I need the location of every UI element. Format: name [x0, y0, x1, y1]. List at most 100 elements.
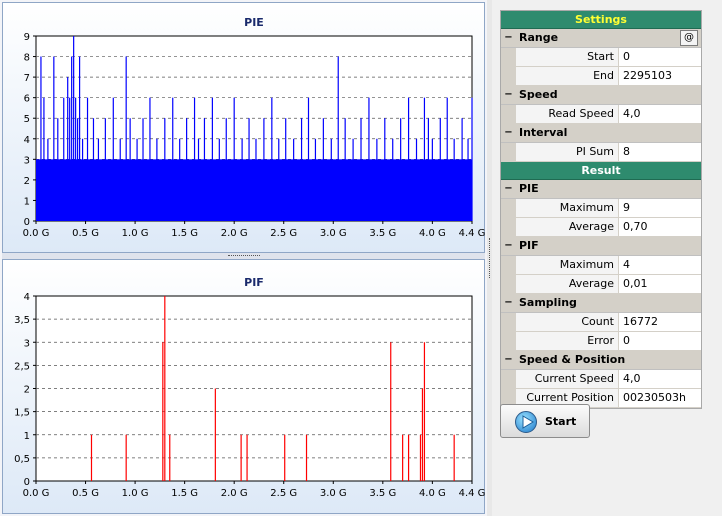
category-sampling[interactable]: − Sampling [501, 294, 701, 313]
property-grid: Settings − Range @ Start 0 End 2295103− Speed Re… [500, 10, 702, 409]
y-tick-label: 0 [24, 217, 30, 228]
row-gutter [501, 370, 516, 388]
row-gutter [501, 48, 516, 66]
property-name: Average [516, 275, 619, 293]
category-label: Interval [519, 126, 568, 139]
property-name: Error [516, 332, 619, 350]
x-tick-label: 3.5 G [369, 488, 396, 499]
property-name: Current Speed [516, 370, 619, 388]
collapse-toggle-icon[interactable]: − [504, 241, 513, 251]
property-value[interactable]: 0,70 [619, 218, 701, 236]
property-row[interactable]: PI Sum 8 [501, 143, 701, 162]
category-pif[interactable]: − PIF [501, 237, 701, 256]
category-label: Sampling [519, 296, 577, 309]
row-gutter [501, 275, 516, 293]
property-name: PI Sum [516, 143, 619, 161]
splitter-grip [228, 255, 260, 258]
x-tick-label: 3.0 G [320, 488, 347, 499]
property-value[interactable]: 00230503h [619, 389, 701, 407]
property-value[interactable]: 2295103 [619, 67, 701, 85]
start-button-label: Start [545, 415, 577, 428]
pie-chart-panel: PIE 0 1 2 3 4 5 6 7 8 9 0.0 G 0.5 G 1.0 G 1.5 G 2.0 G 2.… [2, 2, 485, 253]
collapse-toggle-icon[interactable]: − [504, 184, 513, 194]
row-gutter [501, 105, 516, 123]
x-tick-label: 4.0 G [419, 488, 446, 499]
property-row[interactable]: Maximum 4 [501, 256, 701, 275]
collapse-toggle-icon[interactable]: − [504, 298, 513, 308]
collapse-toggle-icon[interactable]: − [504, 90, 513, 100]
property-value[interactable]: 4 [619, 256, 701, 274]
settings-section: − Range @ Start 0 End 2295103− Speed Read Speed 4… [501, 29, 701, 162]
collapse-toggle-icon[interactable]: − [504, 33, 513, 43]
property-name: Start [516, 48, 619, 66]
chart-title: PIF [244, 276, 264, 289]
property-name: Maximum [516, 199, 619, 217]
chart-title: PIE [244, 16, 264, 29]
property-value[interactable]: 9 [619, 199, 701, 217]
property-name: Average [516, 218, 619, 236]
y-tick-label: 1 [24, 431, 30, 442]
property-value[interactable]: 16772 [619, 313, 701, 331]
category-interval[interactable]: − Interval [501, 124, 701, 143]
property-row[interactable]: Read Speed 4,0 [501, 105, 701, 124]
property-row[interactable]: Count 16772 [501, 313, 701, 332]
row-gutter [501, 256, 516, 274]
pie-chart: PIE 0 1 2 3 4 5 6 7 8 9 0.0 G 0.5 G 1.0 G 1.5 G 2.0 G 2.… [23, 16, 486, 239]
property-name: End [516, 67, 619, 85]
x-tick-label: 0.0 G [23, 228, 50, 239]
at-button[interactable]: @ [680, 30, 698, 46]
splitter-grip [489, 238, 491, 278]
property-name: Count [516, 313, 619, 331]
property-value[interactable]: 0 [619, 48, 701, 66]
result-header: Result [501, 162, 701, 180]
property-value[interactable]: 0,01 [619, 275, 701, 293]
x-tick-label: 2.5 G [270, 488, 297, 499]
collapse-toggle-icon[interactable]: − [504, 128, 513, 138]
y-tick-label: 9 [24, 32, 30, 43]
y-tick-label: 3 [24, 338, 30, 349]
x-tick-label: 1.5 G [171, 228, 198, 239]
pif-chart-panel: PIF 0 0,5 1 1,5 2 2,5 3 3,5 4 0.0 G 0.5 G 1.0 G 1.5 G… [2, 259, 485, 514]
category-speed-position[interactable]: − Speed & Position [501, 351, 701, 370]
property-row[interactable]: Maximum 9 [501, 199, 701, 218]
y-tick-label: 7 [24, 73, 30, 84]
property-value[interactable]: 4,0 [619, 105, 701, 123]
property-row[interactable]: Current Speed 4,0 [501, 370, 701, 389]
category-speed[interactable]: − Speed [501, 86, 701, 105]
category-label: Speed [519, 88, 558, 101]
category-label: PIF [519, 239, 539, 252]
x-tick-label: 3.0 G [320, 228, 347, 239]
property-row[interactable]: End 2295103 [501, 67, 701, 86]
settings-header: Settings [501, 11, 701, 29]
collapse-toggle-icon[interactable]: − [504, 355, 513, 365]
row-gutter [501, 218, 516, 236]
y-tick-label: 3,5 [14, 315, 30, 326]
data-bar-baseline [36, 159, 472, 221]
y-tick-label: 2,5 [14, 361, 30, 372]
row-gutter [501, 199, 516, 217]
category-label: Speed & Position [519, 353, 626, 366]
property-value[interactable]: 8 [619, 143, 701, 161]
property-value[interactable]: 0 [619, 332, 701, 350]
y-tick-label: 1,5 [14, 408, 30, 419]
x-tick-label: 1.0 G [122, 228, 149, 239]
property-name: Read Speed [516, 105, 619, 123]
y-tick-label: 8 [24, 53, 30, 64]
pif-chart: PIF 0 0,5 1 1,5 2 2,5 3 3,5 4 0.0 G 0.5 G 1.0 G 1.5 G… [14, 276, 485, 499]
property-value[interactable]: 4,0 [619, 370, 701, 388]
property-row[interactable]: Average 0,70 [501, 218, 701, 237]
category-range[interactable]: − Range @ [501, 29, 701, 48]
row-gutter [501, 313, 516, 331]
property-row[interactable]: Average 0,01 [501, 275, 701, 294]
y-tick-label: 6 [24, 94, 30, 105]
property-row[interactable]: Start 0 [501, 48, 701, 67]
row-gutter [501, 332, 516, 350]
property-row[interactable]: Error 0 [501, 332, 701, 351]
y-tick-label: 4 [24, 292, 30, 303]
y-tick-label: 5 [24, 114, 30, 125]
category-pie[interactable]: − PIE [501, 180, 701, 199]
x-tick-label: 0.0 G [23, 488, 50, 499]
start-button[interactable]: Start [500, 404, 590, 438]
row-gutter [501, 67, 516, 85]
x-tick-label: 2.5 G [270, 228, 297, 239]
